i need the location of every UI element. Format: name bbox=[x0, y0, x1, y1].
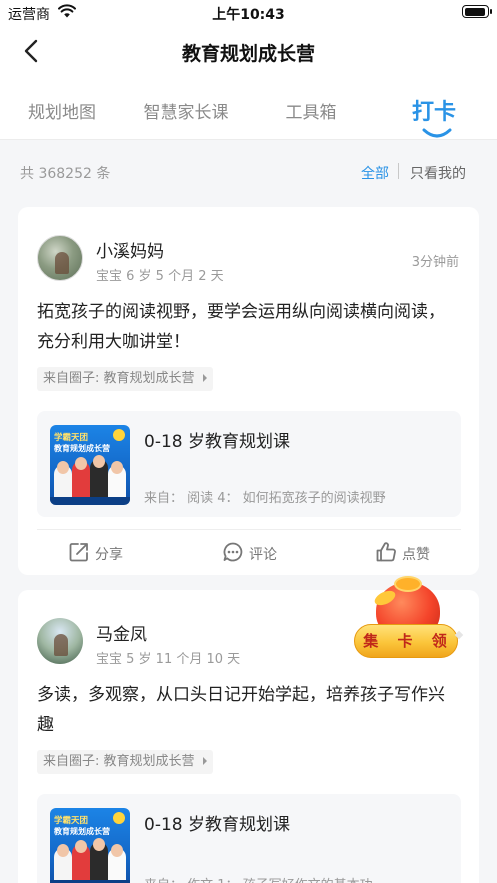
thumbs-up-icon bbox=[376, 542, 396, 562]
card-divider bbox=[37, 529, 461, 530]
circle-tag-label: 来自圈子: 教育规划成长营 bbox=[43, 371, 195, 386]
user-name[interactable]: 马金凤 bbox=[96, 620, 147, 645]
filter-all-button[interactable]: 全部 bbox=[361, 163, 389, 183]
page-title: 教育规划成长营 bbox=[181, 43, 315, 65]
thumb-person bbox=[108, 844, 126, 883]
caret-right-icon bbox=[202, 757, 207, 765]
child-age: 宝宝 6 岁 5 个月 2 天 bbox=[96, 269, 224, 284]
post-text: 多读，多观察，从口头日记开始学起，培养孩子写作兴趣 bbox=[37, 685, 445, 735]
tab-bar: 规划地图 智慧家长课 工具箱 打卡 bbox=[0, 76, 497, 140]
thumb-person bbox=[90, 838, 108, 883]
user-name[interactable]: 小溪妈妈 bbox=[96, 237, 164, 262]
comment-label: 评论 bbox=[249, 547, 277, 563]
thumb-person bbox=[72, 840, 90, 883]
clock: 上午10:43 bbox=[212, 7, 285, 23]
battery-level bbox=[464, 7, 486, 16]
thumb-badge-icon bbox=[113, 812, 125, 824]
filter-mine-button[interactable]: 只看我的 bbox=[410, 163, 466, 183]
course-title: 0-18 岁教育规划课 bbox=[144, 432, 290, 452]
circle-tag[interactable]: 来自圈子: 教育规划成长营 bbox=[37, 750, 213, 774]
like-label: 点赞 bbox=[402, 547, 430, 563]
avatar[interactable] bbox=[37, 618, 83, 664]
nav-bar: 教育规划成长营 bbox=[0, 26, 497, 76]
thumb-subtitle: 教育规划成长营 bbox=[54, 444, 110, 453]
filter-divider bbox=[398, 163, 399, 179]
circle-tag-label: 来自圈子: 教育规划成长营 bbox=[43, 754, 195, 769]
share-label: 分享 bbox=[95, 547, 123, 563]
course-card[interactable]: 学霸天团 教育规划成长营 0-18 岁教育规划课 来自： 阅读 4： 如何拓宽孩… bbox=[37, 411, 461, 517]
tab-parent-course[interactable]: 智慧家长课 bbox=[144, 98, 229, 123]
status-bar: 运营商 上午10:43 bbox=[0, 0, 497, 26]
active-tab-indicator-icon bbox=[422, 128, 452, 138]
avatar-figure bbox=[55, 252, 69, 274]
filter-bar: 共 368252 条 全部 只看我的 bbox=[0, 141, 497, 201]
share-icon bbox=[69, 543, 88, 562]
thumb-title: 学霸天团 bbox=[54, 433, 89, 443]
thumb-subtitle: 教育规划成长营 bbox=[54, 827, 110, 836]
collect-card-promo[interactable]: 集 卡 领 bbox=[354, 576, 464, 662]
thumb-title: 学霸天团 bbox=[54, 816, 89, 826]
post-count: 共 368252 条 bbox=[20, 166, 111, 182]
avatar-figure bbox=[54, 634, 68, 656]
circle-tag[interactable]: 来自圈子: 教育规划成长营 bbox=[37, 367, 213, 391]
tab-planning-map[interactable]: 规划地图 bbox=[28, 98, 96, 123]
course-source: 来自： 阅读 4： 如何拓宽孩子的阅读视野 bbox=[144, 491, 386, 506]
thumb-stripe bbox=[50, 497, 130, 505]
thumb-person bbox=[54, 844, 72, 883]
post-card[interactable]: 小溪妈妈 宝宝 6 岁 5 个月 2 天 3分钟前 拓宽孩子的阅读视野，要学会运… bbox=[18, 207, 479, 575]
collect-card-button[interactable]: 集 卡 领 bbox=[354, 624, 458, 658]
course-thumbnail: 学霸天团 教育规划成长营 bbox=[50, 425, 130, 505]
course-source: 来自： 作文 1： 孩子写好作文的基本功 bbox=[144, 874, 373, 883]
avatar[interactable] bbox=[37, 235, 83, 281]
child-age: 宝宝 5 岁 11 个月 10 天 bbox=[96, 652, 241, 667]
course-thumbnail: 学霸天团 教育规划成长营 bbox=[50, 808, 130, 883]
battery-icon bbox=[462, 5, 492, 18]
post-text: 拓宽孩子的阅读视野，要学会运用纵向阅读横向阅读，充分利用大咖讲堂！ bbox=[37, 302, 445, 352]
thumb-badge-icon bbox=[113, 429, 125, 441]
caret-right-icon bbox=[202, 374, 207, 382]
course-title: 0-18 岁教育规划课 bbox=[144, 815, 290, 835]
comment-icon bbox=[223, 542, 243, 562]
tab-toolbox[interactable]: 工具箱 bbox=[286, 98, 337, 123]
post-time: 3分钟前 bbox=[411, 255, 459, 270]
tab-checkin[interactable]: 打卡 bbox=[412, 94, 456, 126]
bag-knot bbox=[394, 576, 422, 592]
course-card[interactable]: 学霸天团 教育规划成长营 0-18 岁教育规划课 来自： 作文 1： 孩子写好作… bbox=[37, 794, 461, 883]
